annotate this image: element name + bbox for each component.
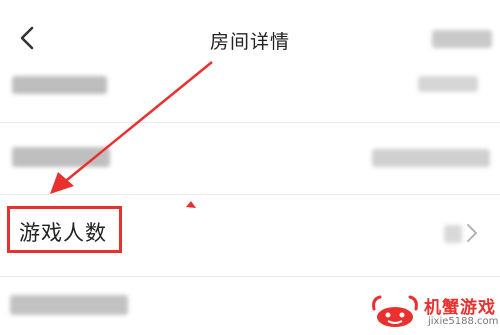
row-label-redacted — [10, 295, 128, 315]
row-value-redacted — [372, 149, 490, 167]
row-label-redacted — [12, 76, 107, 94]
list-item[interactable] — [0, 123, 500, 193]
page-title: 房间详情 — [209, 31, 290, 53]
crab-logo-icon — [372, 295, 418, 327]
watermark-brand: 机蟹游戏 — [424, 298, 496, 318]
watermark-url: jixie5188.com — [428, 316, 499, 327]
row-label-redacted — [12, 147, 110, 167]
row-value-redacted — [418, 76, 478, 92]
player-count-label: 游戏人数 — [19, 221, 107, 245]
header-action-redacted[interactable] — [432, 30, 492, 48]
chevron-right-icon — [467, 224, 477, 242]
watermark: 机蟹游戏 jixie5188.com — [366, 293, 499, 333]
row-value-redacted — [444, 225, 462, 243]
list-item[interactable] — [0, 64, 500, 122]
top-bar: 房间详情 — [0, 0, 500, 72]
